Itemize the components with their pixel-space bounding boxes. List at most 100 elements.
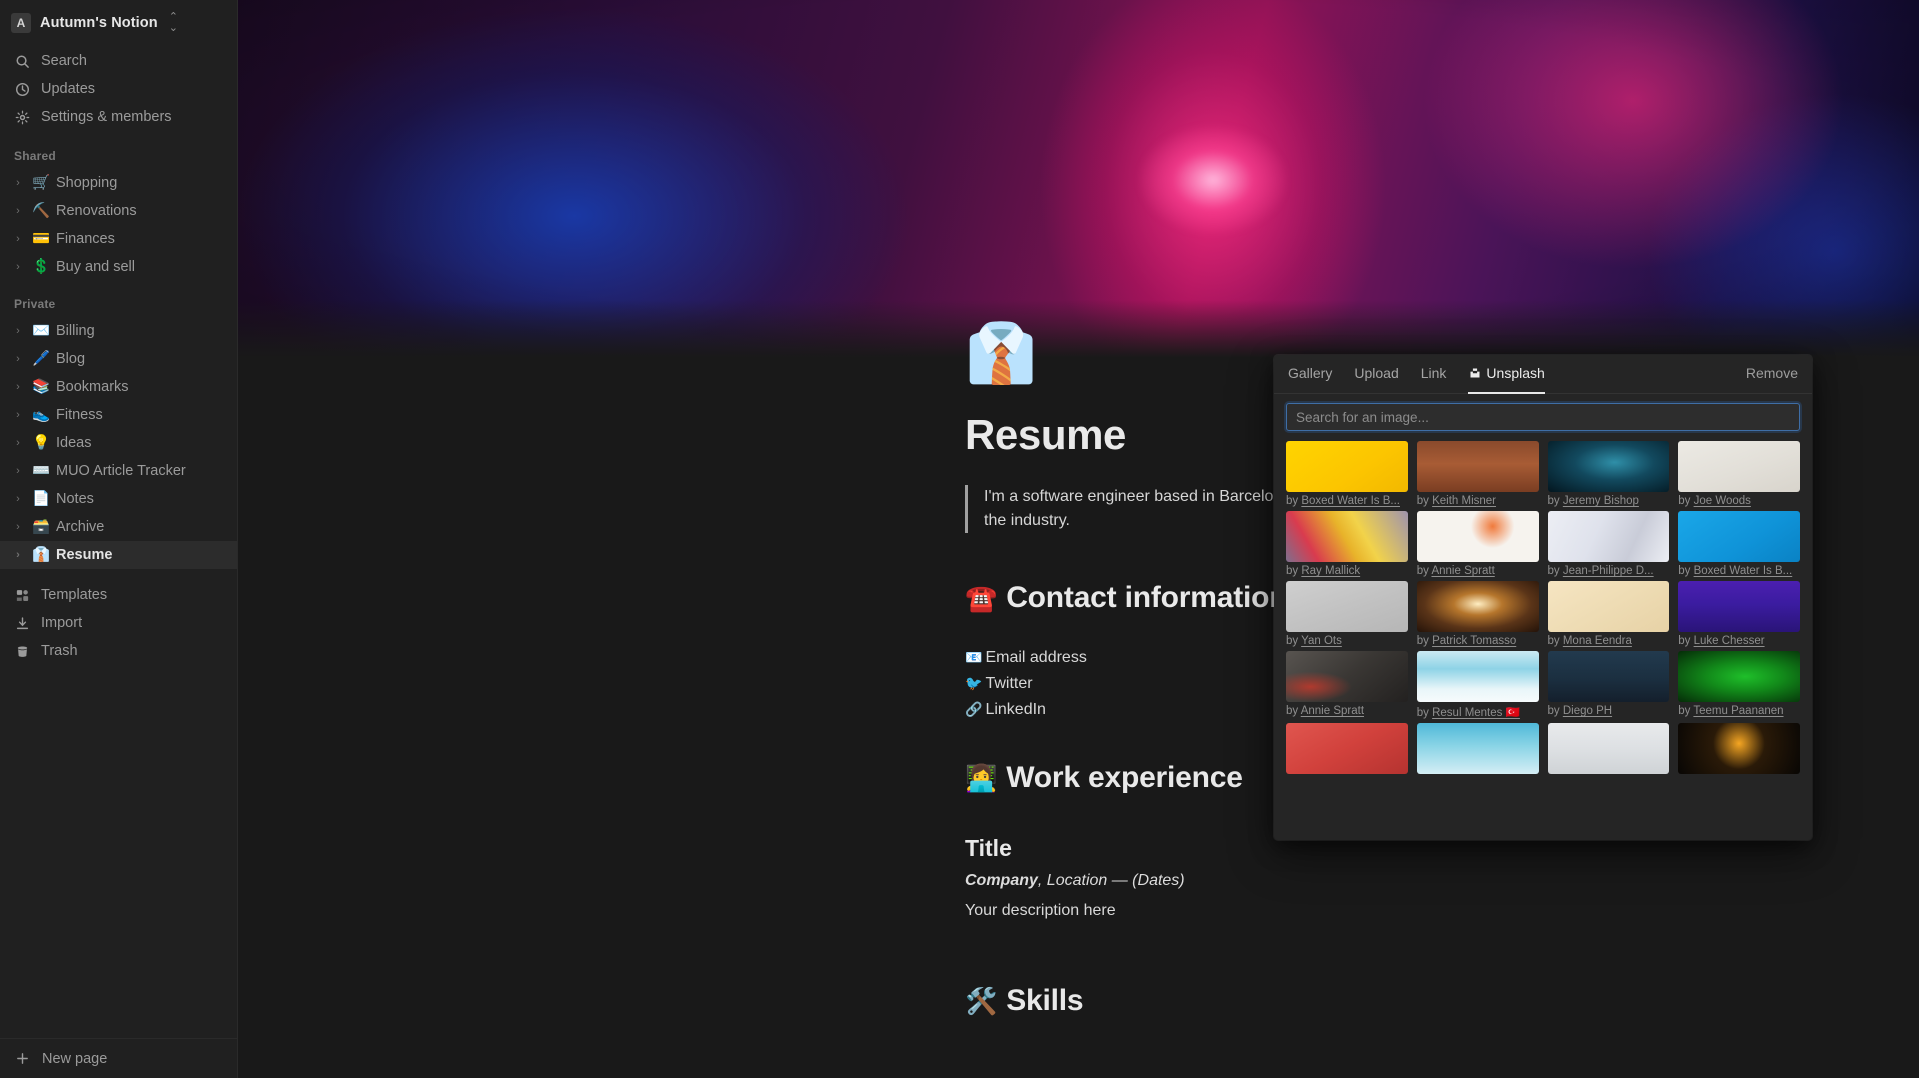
unsplash-thumbnail[interactable] (1286, 723, 1408, 774)
sidebar-page-ideas[interactable]: › 💡 Ideas (0, 429, 237, 457)
credit-author-link[interactable]: Ray Mallick (1301, 565, 1360, 577)
heading-skills[interactable]: 🛠️ Skills (965, 984, 1665, 1018)
credit-author-link[interactable]: Annie Spratt (1431, 565, 1494, 577)
chevron-right-icon[interactable]: › (10, 466, 26, 477)
unsplash-thumbnail[interactable] (1548, 441, 1670, 492)
tab-link[interactable]: Link (1421, 355, 1447, 394)
sidebar-page-renovations[interactable]: › ⛏️ Renovations (0, 197, 237, 225)
credit-author-link[interactable]: Jean-Philippe D... (1563, 565, 1654, 577)
new-page-button[interactable]: New page (0, 1038, 237, 1078)
unsplash-result-4[interactable]: by Ray Mallick (1286, 511, 1408, 577)
credit-author-link[interactable]: Jeremy Bishop (1563, 495, 1639, 507)
unsplash-result-15[interactable]: by Teemu Paananen (1678, 651, 1800, 719)
credit-author-link[interactable]: Teemu Paananen (1693, 705, 1783, 717)
credit-author-link[interactable]: Boxed Water Is B... (1694, 565, 1793, 577)
chevron-right-icon[interactable]: › (10, 494, 26, 505)
credit-author-link[interactable]: Boxed Water Is B... (1301, 495, 1400, 507)
sidebar-page-shopping[interactable]: › 🛒 Shopping (0, 169, 237, 197)
sidebar-page-fitness[interactable]: › 👟 Fitness (0, 401, 237, 429)
sidebar-page-blog[interactable]: › 🖊️ Blog (0, 345, 237, 373)
remove-label: Remove (1746, 365, 1798, 381)
unsplash-thumbnail[interactable] (1548, 511, 1670, 562)
workspace-switcher[interactable]: A Autumn's Notion ⌃⌄ (0, 0, 237, 45)
unsplash-thumbnail[interactable] (1286, 651, 1408, 702)
unsplash-result-0[interactable]: by Boxed Water Is B... (1286, 441, 1408, 507)
tab-upload[interactable]: Upload (1354, 355, 1398, 394)
credit-author-link[interactable]: Keith Misner (1432, 495, 1496, 507)
credit-author-link[interactable]: Resul Mentes 🇹🇷 (1432, 707, 1520, 719)
unsplash-thumbnail[interactable] (1417, 441, 1539, 492)
sidebar-page-resume[interactable]: › 👔 Resume (0, 541, 237, 569)
unsplash-result-12[interactable]: by Annie Spratt (1286, 651, 1408, 719)
credit-author-link[interactable]: Patrick Tomasso (1432, 635, 1516, 647)
credit-author-link[interactable]: Diego PH (1563, 705, 1612, 717)
unsplash-result-1[interactable]: by Keith Misner (1417, 441, 1539, 507)
sidebar-item-search[interactable]: Search (0, 47, 237, 75)
unsplash-result-19[interactable] (1678, 723, 1800, 777)
sidebar-page-notes[interactable]: › 📄 Notes (0, 485, 237, 513)
chevron-right-icon[interactable]: › (10, 410, 26, 421)
unsplash-result-11[interactable]: by Luke Chesser (1678, 581, 1800, 647)
chevron-right-icon[interactable]: › (10, 234, 26, 245)
chevron-right-icon[interactable]: › (10, 326, 26, 337)
unsplash-thumbnail[interactable] (1286, 581, 1408, 632)
unsplash-result-9[interactable]: by Patrick Tomasso (1417, 581, 1539, 647)
credit-author-link[interactable]: Luke Chesser (1694, 635, 1765, 647)
unsplash-thumbnail[interactable] (1417, 651, 1539, 702)
remove-cover-button[interactable]: Remove (1746, 355, 1798, 394)
sidebar-item-import[interactable]: Import (0, 609, 237, 637)
sidebar-item-trash[interactable]: Trash (0, 637, 237, 665)
sidebar-item-updates[interactable]: Updates (0, 75, 237, 103)
job-description[interactable]: Your description here (965, 902, 1665, 920)
unsplash-result-17[interactable] (1417, 723, 1539, 777)
chevron-right-icon[interactable]: › (10, 550, 26, 561)
unsplash-thumbnail[interactable] (1548, 651, 1670, 702)
unsplash-thumbnail[interactable] (1286, 511, 1408, 562)
unsplash-result-5[interactable]: by Annie Spratt (1417, 511, 1539, 577)
unsplash-result-3[interactable]: by Joe Woods (1678, 441, 1800, 507)
unsplash-thumbnail[interactable] (1678, 511, 1800, 562)
unsplash-thumbnail[interactable] (1417, 723, 1539, 774)
chevron-right-icon[interactable]: › (10, 178, 26, 189)
sidebar-page-billing[interactable]: › ✉️ Billing (0, 317, 237, 345)
unsplash-result-14[interactable]: by Diego PH (1548, 651, 1670, 719)
unsplash-thumbnail[interactable] (1417, 581, 1539, 632)
credit-author-link[interactable]: Yan Ots (1301, 635, 1342, 647)
chevron-right-icon[interactable]: › (10, 206, 26, 217)
unsplash-result-7[interactable]: by Boxed Water Is B... (1678, 511, 1800, 577)
unsplash-result-10[interactable]: by Mona Eendra (1548, 581, 1670, 647)
unsplash-result-8[interactable]: by Yan Ots (1286, 581, 1408, 647)
sidebar-page-muo-article-tracker[interactable]: › ⌨️ MUO Article Tracker (0, 457, 237, 485)
unsplash-thumbnail[interactable] (1678, 581, 1800, 632)
unsplash-result-2[interactable]: by Jeremy Bishop (1548, 441, 1670, 507)
sidebar-item-templates[interactable]: Templates (0, 581, 237, 609)
unsplash-thumbnail[interactable] (1678, 723, 1800, 774)
credit-author-link[interactable]: Mona Eendra (1563, 635, 1632, 647)
sidebar-page-bookmarks[interactable]: › 📚 Bookmarks (0, 373, 237, 401)
chevron-right-icon[interactable]: › (10, 382, 26, 393)
chevron-right-icon[interactable]: › (10, 262, 26, 273)
unsplash-thumbnail[interactable] (1417, 511, 1539, 562)
tab-unsplash[interactable]: Unsplash (1468, 355, 1544, 394)
unsplash-thumbnail[interactable] (1548, 723, 1670, 774)
unsplash-thumbnail[interactable] (1678, 441, 1800, 492)
unsplash-result-16[interactable] (1286, 723, 1408, 777)
credit-author-link[interactable]: Annie Spratt (1301, 705, 1364, 717)
sidebar-page-buy-and-sell[interactable]: › 💲 Buy and sell (0, 253, 237, 281)
job-meta[interactable]: Company, Location — (Dates) (965, 872, 1665, 890)
unsplash-result-6[interactable]: by Jean-Philippe D... (1548, 511, 1670, 577)
chevron-right-icon[interactable]: › (10, 522, 26, 533)
sidebar-item-settings[interactable]: Settings & members (0, 103, 237, 131)
unsplash-result-18[interactable] (1548, 723, 1670, 777)
tab-gallery[interactable]: Gallery (1288, 355, 1332, 394)
unsplash-search-input[interactable] (1286, 403, 1800, 431)
credit-author-link[interactable]: Joe Woods (1694, 495, 1751, 507)
unsplash-thumbnail[interactable] (1286, 441, 1408, 492)
sidebar-page-archive[interactable]: › 🗃️ Archive (0, 513, 237, 541)
sidebar-page-finances[interactable]: › 💳 Finances (0, 225, 237, 253)
chevron-right-icon[interactable]: › (10, 354, 26, 365)
chevron-right-icon[interactable]: › (10, 438, 26, 449)
unsplash-thumbnail[interactable] (1678, 651, 1800, 702)
unsplash-result-13[interactable]: by Resul Mentes 🇹🇷 (1417, 651, 1539, 719)
unsplash-thumbnail[interactable] (1548, 581, 1670, 632)
